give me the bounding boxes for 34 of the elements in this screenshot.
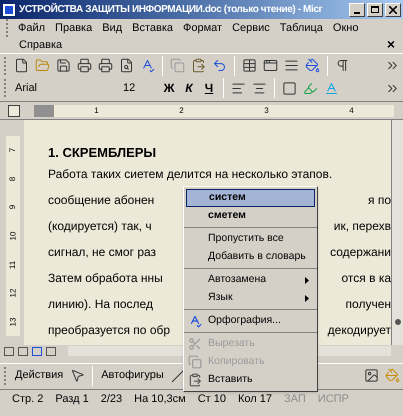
paragraph-text: сообщение абонен [48, 192, 154, 208]
ruler-number: 7 [7, 148, 18, 152]
paragraph-text: Работа таких сиетем делится на несколько этапов. [48, 166, 332, 182]
paragraph-text: ик, перехв [334, 218, 391, 234]
status-item: На 10,3см [134, 392, 186, 408]
heading: 1. СКРЕМБЛЕРЫ [48, 145, 158, 161]
ruler-number: 13 [7, 317, 18, 326]
status-item: ИСПР [318, 392, 349, 408]
paragraph-text: я по [368, 192, 391, 208]
paragraph-text: получен [346, 296, 391, 312]
ruler-number: 3 [264, 104, 269, 116]
paragraph-text: сигнал, не смог раз [48, 244, 156, 260]
paragraph-text: отся в ка [342, 270, 391, 286]
paragraph-text: содержани [330, 244, 391, 260]
paragraph-text: преобразуется по обр [48, 322, 170, 338]
status-item: Кол 17 [238, 392, 272, 408]
status-item: Разд 1 [55, 392, 89, 408]
ruler-number: 11 [7, 260, 18, 269]
paragraph-text: Затем обработа нны [48, 270, 163, 286]
status-item: ЗАП [284, 392, 306, 408]
ruler-number: 2 [179, 104, 184, 116]
paragraph-text: (кодируется) так, ч [48, 218, 152, 234]
status-item: Стр. 2 [12, 392, 44, 408]
ruler-number: 1 [94, 104, 99, 116]
ruler-number: 4 [349, 104, 354, 116]
ruler-number: 10 [7, 232, 18, 240]
status-item: Ст 10 [198, 392, 226, 408]
ruler-number: 9 [7, 205, 18, 210]
status-item: 2/23 [100, 392, 122, 408]
window-title: УСТРОЙСТВА ЗАЩИТЫ ИНФОРМАЦИИ.doc (только чтение) - Micr [19, 2, 324, 17]
ruler-number: 8 [7, 176, 18, 182]
ruler-number: 12 [7, 288, 18, 298]
paragraph-text: декодирует [328, 322, 391, 338]
paragraph-text: линию). На послед [48, 296, 153, 312]
